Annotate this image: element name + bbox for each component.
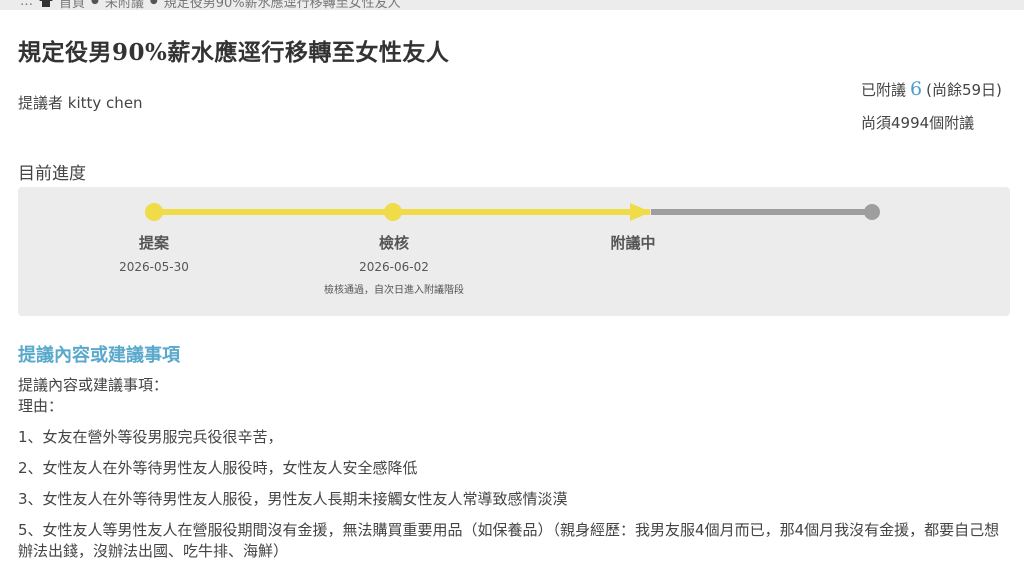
stage-label: 提案 bbox=[138, 234, 169, 252]
page-title: 規定役男90%薪水應逕行移轉至女性友人 bbox=[18, 39, 450, 66]
breadcrumb-separator-icon: ● bbox=[149, 0, 158, 6]
stage-seconding: 附議中 bbox=[583, 232, 683, 253]
progress-heading: 目前進度 bbox=[18, 164, 86, 184]
home-icon[interactable] bbox=[39, 0, 53, 7]
seconds-needed: 尚須4994個附議 bbox=[861, 114, 975, 132]
stage-note: 檢核通過，自次日進入附議階段 bbox=[324, 285, 464, 296]
reason-item: 2、女性友人在外等待男性友人服役時，女性友人安全感降低 bbox=[18, 459, 418, 477]
reason-item: 5、女性友人等男性友人在營服役期間沒有金援，無法購買重要用品（如保養品）（親身經… bbox=[18, 521, 1000, 560]
stage-dot-end bbox=[864, 204, 880, 220]
stage-proposal: 提案 2026-05-30 bbox=[104, 232, 204, 274]
stage-label: 附議中 bbox=[610, 234, 656, 252]
seconded-label: 已附議 bbox=[861, 81, 907, 99]
breadcrumb: … 首頁 ● 未附議 ● 規定役男90%薪水應逕行移轉至女性友人 bbox=[0, 0, 1024, 10]
stage-label: 檢核 bbox=[378, 234, 409, 252]
stage-dot-review bbox=[384, 203, 402, 221]
reason-item: 1、女友在營外等役男服完兵役很辛苦， bbox=[18, 428, 283, 446]
reason-label: 理由： bbox=[18, 397, 64, 415]
breadcrumb-separator-icon: ● bbox=[91, 0, 99, 6]
more-icon: … bbox=[20, 0, 33, 9]
second-stats: 已附議 6 (尚餘59日) 尚須4994個附議 bbox=[861, 78, 1002, 133]
breadcrumb-section[interactable]: 未附議 bbox=[105, 0, 144, 10]
seconded-count: 6 bbox=[910, 78, 923, 100]
progress-tracker: 提案 2026-05-30 檢核 2026-06-02 檢核通過，自次日進入附議… bbox=[18, 187, 1010, 316]
proposer-name: kitty chen bbox=[67, 94, 143, 112]
progress-arrow-icon bbox=[630, 203, 651, 221]
breadcrumb-home[interactable]: 首頁 bbox=[59, 0, 85, 10]
proposer-label: 提議者 bbox=[18, 94, 64, 112]
content-intro: 提議內容或建議事項： bbox=[18, 376, 169, 394]
content-heading: 提議內容或建議事項 bbox=[18, 345, 180, 366]
proposal-content: 提議內容或建議事項： 理由： 1、女友在營外等役男服完兵役很辛苦， 2、女性友人… bbox=[18, 375, 1008, 562]
progress-track-pending bbox=[651, 209, 873, 215]
stage-dot-proposal bbox=[145, 203, 163, 221]
stage-date: 2026-06-02 bbox=[359, 260, 429, 274]
stage-date: 2026-05-30 bbox=[119, 260, 189, 274]
stage-review: 檢核 2026-06-02 檢核通過，自次日進入附議階段 bbox=[294, 232, 494, 296]
reason-item: 3、女性友人在外等待男性友人服役，男性友人長期未接觸女性友人常導致感情淡漠 bbox=[18, 490, 568, 508]
remaining-days: (尚餘59日) bbox=[926, 81, 1002, 99]
breadcrumb-current: 規定役男90%薪水應逕行移轉至女性友人 bbox=[163, 0, 401, 10]
proposer-info: 提議者 kitty chen bbox=[18, 92, 143, 113]
